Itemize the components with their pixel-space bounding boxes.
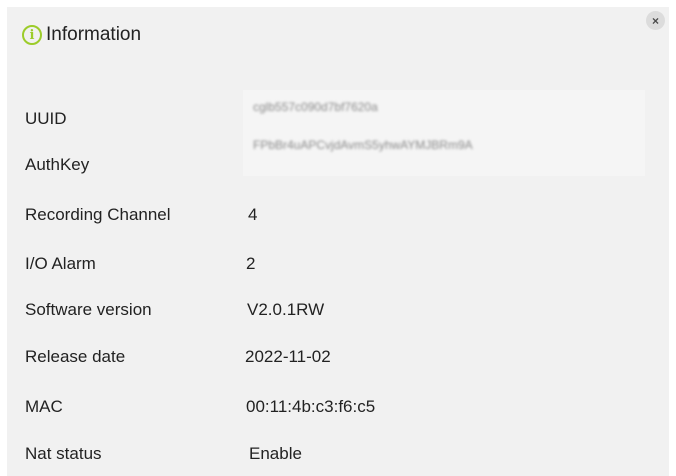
release-date-label: Release date [25, 347, 126, 366]
io-alarm-label: I/O Alarm [25, 254, 96, 273]
dialog-title: Information [46, 24, 142, 45]
mac-label: MAC [25, 397, 63, 416]
uuid-value: cglb557c090d7bf7620a [253, 100, 378, 114]
info-icon: i [22, 25, 42, 45]
authkey-label: AuthKey [25, 155, 90, 174]
io-alarm-value: 2 [246, 254, 256, 273]
blurred-credentials: cglb557c090d7bf7620a FPbBr4uAPCvjdAvmS5y… [243, 90, 645, 176]
release-date-value: 2022-11-02 [245, 347, 331, 366]
close-icon[interactable]: × [646, 11, 665, 30]
nat-status-label: Nat status [25, 444, 102, 463]
nat-status-value: Enable [249, 444, 302, 463]
information-dialog: i Information × UUID AuthKey cglb557c090… [7, 7, 669, 476]
recording-channel-label: Recording Channel [25, 205, 171, 224]
dialog-header: i Information [22, 23, 141, 47]
mac-value: 00:11:4b:c3:f6:c5 [246, 397, 376, 416]
software-version-label: Software version [25, 300, 152, 319]
authkey-value: FPbBr4uAPCvjdAvmS5yhwAYMJBRm9A [253, 138, 473, 152]
uuid-label: UUID [25, 109, 67, 128]
software-version-value: V2.0.1RW [247, 300, 325, 319]
recording-channel-value: 4 [248, 205, 258, 224]
